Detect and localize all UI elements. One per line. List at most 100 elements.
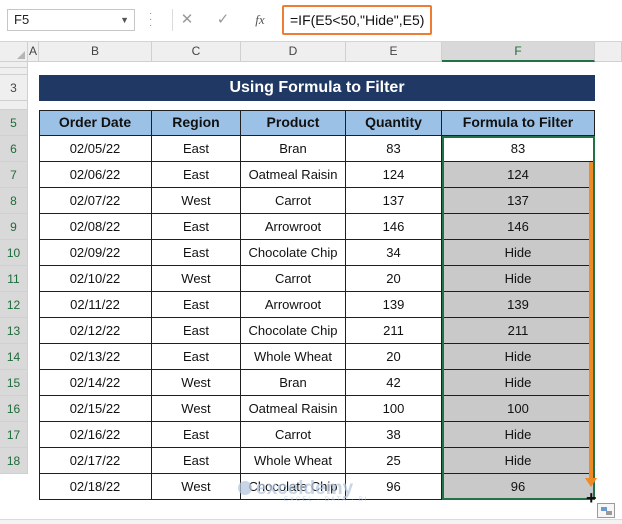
cell-region[interactable]: East	[152, 136, 241, 162]
cell-region[interactable]: West	[152, 188, 241, 214]
cell-formula-to-filter[interactable]: 139	[442, 292, 595, 318]
cell-quantity[interactable]: 38	[346, 422, 442, 448]
cell-region[interactable]: East	[152, 448, 241, 474]
cell-formula-to-filter[interactable]: Hide	[442, 422, 595, 448]
cell-formula-to-filter[interactable]: 146	[442, 214, 595, 240]
cell-product[interactable]: Arrowroot	[241, 292, 346, 318]
autofill-options-icon[interactable]	[597, 503, 615, 518]
column-header-a[interactable]: A	[28, 42, 39, 62]
row-header-11[interactable]: 11	[0, 266, 28, 292]
chevron-down-icon[interactable]: ▼	[120, 10, 129, 30]
row-header-16[interactable]: 16	[0, 396, 28, 422]
cell-order-date[interactable]: 02/17/22	[39, 448, 152, 474]
cell-formula-to-filter[interactable]: 100	[442, 396, 595, 422]
cell-quantity[interactable]: 20	[346, 344, 442, 370]
cell-quantity[interactable]: 137	[346, 188, 442, 214]
cell-formula-to-filter[interactable]: Hide	[442, 448, 595, 474]
check-icon[interactable]: ✓	[211, 9, 235, 31]
cell-order-date[interactable]: 02/11/22	[39, 292, 152, 318]
cell-product[interactable]: Bran	[241, 136, 346, 162]
cell-formula-to-filter[interactable]: 124	[442, 162, 595, 188]
cell-order-date[interactable]: 02/05/22	[39, 136, 152, 162]
cell-product[interactable]: Chocolate Chip	[241, 474, 346, 500]
cell-product[interactable]: Chocolate Chip	[241, 318, 346, 344]
cell-quantity[interactable]: 146	[346, 214, 442, 240]
cell-quantity[interactable]: 83	[346, 136, 442, 162]
row-header-8[interactable]: 8	[0, 188, 28, 214]
cell-region[interactable]: East	[152, 422, 241, 448]
row-header-9[interactable]: 9	[0, 214, 28, 240]
row-header-17[interactable]: 17	[0, 422, 28, 448]
column-header-c[interactable]: C	[152, 42, 241, 62]
row-header-4[interactable]: 4	[0, 101, 28, 110]
cell-region[interactable]: East	[152, 318, 241, 344]
cell-quantity[interactable]: 139	[346, 292, 442, 318]
cell-order-date[interactable]: 02/07/22	[39, 188, 152, 214]
cell-order-date[interactable]: 02/15/22	[39, 396, 152, 422]
cell-product[interactable]: Chocolate Chip	[241, 240, 346, 266]
cell-quantity[interactable]: 211	[346, 318, 442, 344]
cell-region[interactable]: East	[152, 214, 241, 240]
cell-order-date[interactable]: 02/06/22	[39, 162, 152, 188]
cell-order-date[interactable]: 02/16/22	[39, 422, 152, 448]
cell-order-date[interactable]: 02/18/22	[39, 474, 152, 500]
cell-formula-to-filter[interactable]: Hide	[442, 370, 595, 396]
cell-order-date[interactable]: 02/12/22	[39, 318, 152, 344]
cell-formula-to-filter[interactable]: 211	[442, 318, 595, 344]
cell-region[interactable]: East	[152, 162, 241, 188]
insert-function-button[interactable]: fx	[249, 9, 271, 31]
cell-product[interactable]: Oatmeal Raisin	[241, 162, 346, 188]
column-header-e[interactable]: E	[346, 42, 442, 62]
cell-formula-to-filter[interactable]: 96	[442, 474, 595, 500]
cell-order-date[interactable]: 02/13/22	[39, 344, 152, 370]
cell-product[interactable]: Whole Wheat	[241, 344, 346, 370]
row-header-12[interactable]: 12	[0, 292, 28, 318]
cell-order-date[interactable]: 02/10/22	[39, 266, 152, 292]
column-header-f[interactable]: F	[442, 42, 595, 62]
cell-product[interactable]: Carrot	[241, 188, 346, 214]
cell-product[interactable]: Carrot	[241, 266, 346, 292]
row-header-18[interactable]: 18	[0, 448, 28, 474]
select-all-button[interactable]	[0, 42, 28, 62]
cell-quantity[interactable]: 100	[346, 396, 442, 422]
cell-order-date[interactable]: 02/08/22	[39, 214, 152, 240]
cell-formula-to-filter[interactable]: 83	[442, 136, 595, 162]
cell-product[interactable]: Oatmeal Raisin	[241, 396, 346, 422]
cell-region[interactable]: West	[152, 266, 241, 292]
cell-product[interactable]: Arrowroot	[241, 214, 346, 240]
cell-quantity[interactable]: 20	[346, 266, 442, 292]
cell-formula-to-filter[interactable]: Hide	[442, 240, 595, 266]
cell-region[interactable]: West	[152, 396, 241, 422]
cell-formula-to-filter[interactable]: Hide	[442, 266, 595, 292]
fill-handle-cursor-icon[interactable]: +	[586, 489, 597, 507]
cell-quantity[interactable]: 124	[346, 162, 442, 188]
cell-region[interactable]: East	[152, 292, 241, 318]
column-header-d[interactable]: D	[241, 42, 346, 62]
row-header-10[interactable]: 10	[0, 240, 28, 266]
cell-formula-to-filter[interactable]: 137	[442, 188, 595, 214]
cell-order-date[interactable]: 02/14/22	[39, 370, 152, 396]
row-header-5[interactable]: 5	[0, 110, 28, 136]
cell-quantity[interactable]: 34	[346, 240, 442, 266]
cell-region[interactable]: East	[152, 344, 241, 370]
cell-quantity[interactable]: 42	[346, 370, 442, 396]
formula-input[interactable]: =IF(E5<50,"Hide",E5)	[282, 5, 432, 35]
row-header-13[interactable]: 13	[0, 318, 28, 344]
row-header-2[interactable]: 2	[0, 68, 28, 75]
cell-quantity[interactable]: 96	[346, 474, 442, 500]
column-header-b[interactable]: B	[39, 42, 152, 62]
cell-order-date[interactable]: 02/09/22	[39, 240, 152, 266]
cell-product[interactable]: Carrot	[241, 422, 346, 448]
cell-product[interactable]: Whole Wheat	[241, 448, 346, 474]
row-header-14[interactable]: 14	[0, 344, 28, 370]
row-header-7[interactable]: 7	[0, 162, 28, 188]
row-header-3[interactable]: 3	[0, 75, 28, 101]
cell-region[interactable]: East	[152, 240, 241, 266]
row-header-6[interactable]: 6	[0, 136, 28, 162]
row-header-15[interactable]: 15	[0, 370, 28, 396]
cell-quantity[interactable]: 25	[346, 448, 442, 474]
name-box[interactable]: F5 ▼	[7, 9, 135, 31]
close-icon[interactable]: ✕	[175, 9, 199, 31]
cell-formula-to-filter[interactable]: Hide	[442, 344, 595, 370]
cell-product[interactable]: Bran	[241, 370, 346, 396]
